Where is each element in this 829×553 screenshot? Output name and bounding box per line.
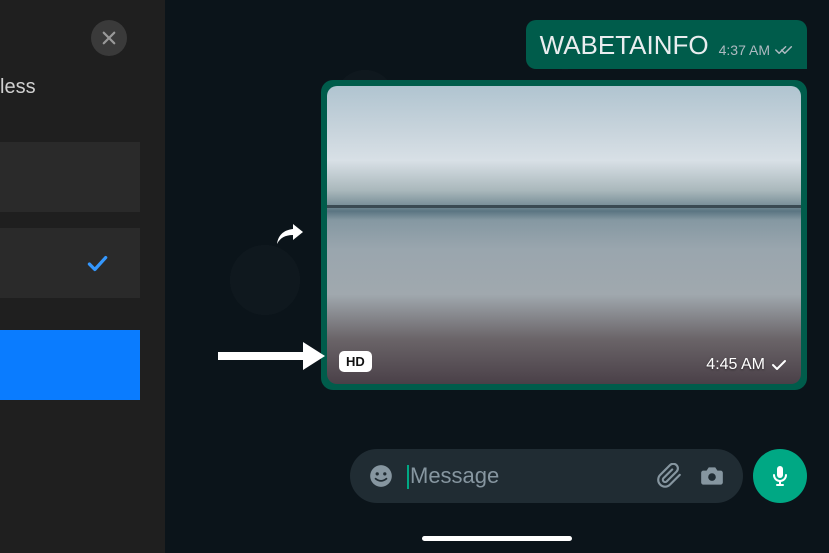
input-container: Message [350, 449, 743, 503]
close-icon [100, 29, 118, 47]
panel-highlighted-option[interactable] [0, 330, 140, 400]
sent-icon [771, 359, 787, 371]
chat-area: WABETAINFO 4:37 AM HD 4:45 AM [165, 0, 829, 553]
panel-option[interactable] [0, 142, 140, 212]
camera-button[interactable] [699, 463, 725, 489]
message-meta: 4:37 AM [719, 42, 793, 61]
voice-message-button[interactable] [753, 449, 807, 503]
attach-icon [657, 463, 683, 489]
panel-label: less [0, 76, 36, 99]
outgoing-text-message[interactable]: WABETAINFO 4:37 AM [526, 20, 807, 69]
image-content: HD 4:45 AM [327, 86, 801, 384]
settings-panel: less [0, 0, 165, 553]
image-horizon [327, 205, 801, 208]
arrow-head-icon [303, 342, 325, 370]
panel-option-selected[interactable] [0, 228, 140, 298]
forward-icon [275, 222, 305, 248]
annotation-arrow [218, 342, 325, 370]
delivered-icon [775, 44, 793, 56]
emoji-icon [368, 463, 394, 489]
home-indicator [422, 536, 572, 541]
message-time: 4:37 AM [719, 42, 770, 58]
message-input[interactable]: Message [410, 463, 641, 489]
message-text: WABETAINFO [540, 30, 709, 61]
image-meta: 4:45 AM [706, 356, 787, 374]
camera-icon [699, 463, 725, 489]
forward-button[interactable] [275, 222, 305, 253]
emoji-button[interactable] [368, 463, 394, 489]
placeholder-text: Message [410, 463, 499, 488]
outgoing-image-message[interactable]: HD 4:45 AM [321, 80, 807, 390]
close-button[interactable] [91, 20, 127, 56]
attach-button[interactable] [657, 463, 683, 489]
mic-icon [768, 464, 792, 488]
arrow-line [218, 352, 303, 360]
hd-badge: HD [339, 351, 372, 372]
cursor [407, 465, 409, 489]
message-input-bar: Message [350, 449, 807, 503]
check-icon [84, 250, 110, 276]
image-time: 4:45 AM [706, 356, 765, 374]
